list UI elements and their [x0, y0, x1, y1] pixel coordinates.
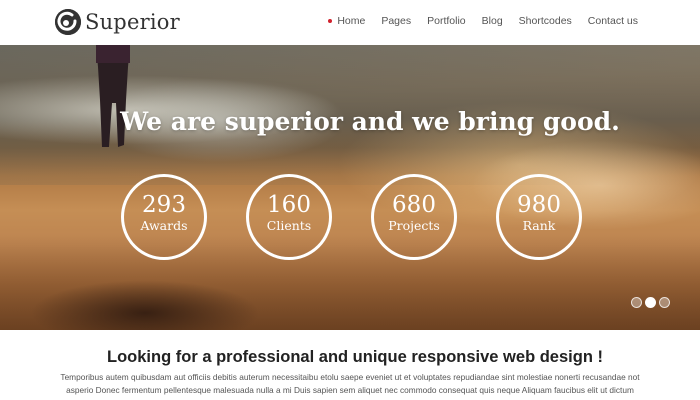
stat-label: Clients — [266, 218, 312, 233]
slider-dot[interactable] — [631, 297, 642, 308]
stat-circle-rank: 980 Rank — [496, 174, 582, 260]
slider-pagination — [631, 297, 673, 308]
site-logo[interactable]: Superior — [55, 8, 180, 36]
nav-item-label: Pages — [381, 15, 412, 27]
nav-item-label: Contact us — [587, 15, 638, 27]
stat-label: Rank — [522, 218, 556, 233]
circle-check-logo-icon — [55, 9, 81, 35]
intro-paragraph: Temporibus autem quibusdam aut officiis … — [60, 372, 640, 400]
site-header: Superior Home Pages Portfolio Blog Short… — [0, 0, 700, 45]
intro-heading: Looking for a professional and unique re… — [107, 348, 603, 366]
hero-banner: We are superior and we bring good. 293 A… — [0, 45, 700, 330]
active-indicator-dot — [328, 19, 333, 23]
nav-item-portfolio[interactable]: Portfolio — [427, 15, 466, 27]
stat-value: 980 — [517, 192, 561, 218]
nav-item-pages[interactable]: Pages — [381, 15, 411, 27]
slider-dot-active[interactable] — [645, 297, 656, 308]
stat-circle-projects: 680 Projects — [371, 174, 457, 260]
nav-item-label: Home — [337, 15, 366, 27]
intro-section: Looking for a professional and unique re… — [0, 330, 700, 400]
stat-circle-awards: 293 Awards — [121, 174, 207, 260]
stat-value: 293 — [142, 192, 186, 218]
nav-item-home[interactable]: Home — [328, 15, 365, 27]
slider-dot[interactable] — [659, 297, 670, 308]
nav-item-blog[interactable]: Blog — [482, 15, 503, 27]
stat-label: Projects — [388, 218, 440, 233]
stat-value: 680 — [392, 192, 436, 218]
stat-label: Awards — [140, 218, 188, 233]
brand-name: Superior — [85, 10, 180, 34]
nav-item-shortcodes[interactable]: Shortcodes — [519, 15, 572, 27]
hero-title: We are superior and we bring good. — [120, 107, 620, 136]
hero-seaweed — [30, 280, 260, 330]
stat-circle-clients: 160 Clients — [246, 174, 332, 260]
nav-item-label: Shortcodes — [518, 15, 572, 27]
stat-value: 160 — [267, 192, 311, 218]
nav-item-label: Portfolio — [427, 15, 466, 27]
nav-item-label: Blog — [481, 15, 503, 27]
main-navigation: Home Pages Portfolio Blog Shortcodes Con… — [312, 15, 638, 27]
nav-item-contact-us[interactable]: Contact us — [588, 15, 638, 27]
